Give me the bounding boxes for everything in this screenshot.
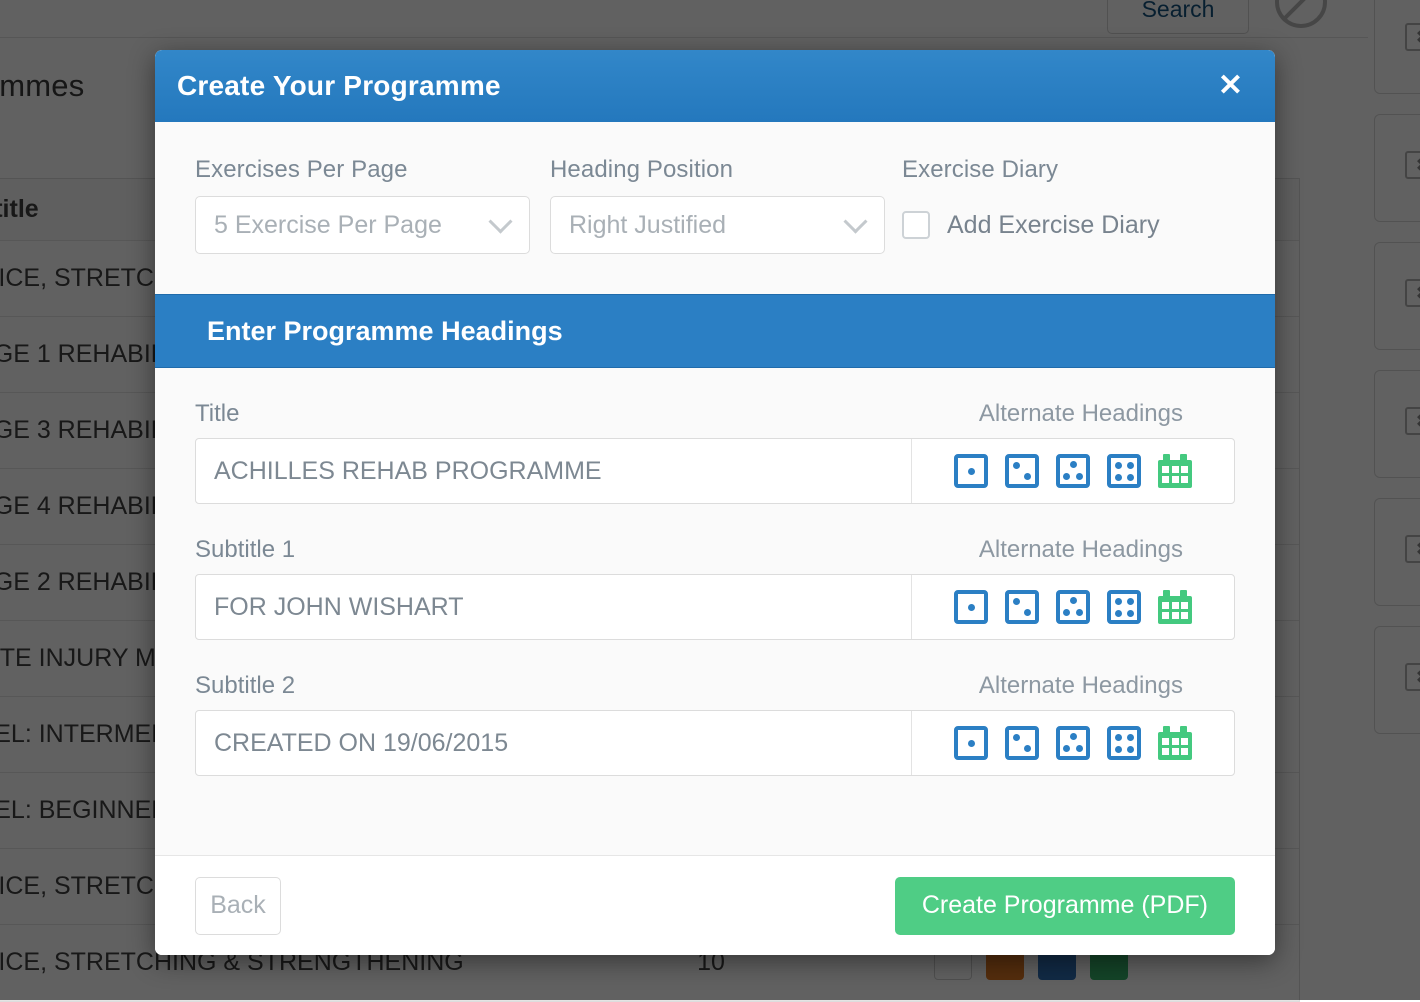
modal-header: Create Your Programme ✕ <box>155 50 1275 122</box>
exercises-per-page-value: 5 Exercise Per Page <box>214 211 442 240</box>
add-exercise-diary-row[interactable]: Add Exercise Diary <box>902 196 1202 254</box>
exercises-per-page-label: Exercises Per Page <box>195 156 550 184</box>
heading-position-value: Right Justified <box>569 211 726 240</box>
chevron-down-icon <box>488 210 512 234</box>
dice-two-icon[interactable] <box>1005 590 1039 624</box>
dice-two-icon[interactable] <box>1005 726 1039 760</box>
modal-footer: Back Create Programme (PDF) <box>155 855 1275 955</box>
dice-four-icon[interactable] <box>1107 454 1141 488</box>
add-exercise-diary-label: Add Exercise Diary <box>947 211 1160 240</box>
heading-position-group: Heading Position Right Justified <box>550 156 902 254</box>
dice-three-icon[interactable] <box>1056 454 1090 488</box>
subtitle-1-label: Subtitle 1 <box>195 536 295 564</box>
back-button[interactable]: Back <box>195 877 281 935</box>
section-banner-title: Enter Programme Headings <box>207 316 563 347</box>
subtitle-2-input[interactable]: CREATED ON 19/06/2015 <box>196 711 912 775</box>
exercises-per-page-group: Exercises Per Page 5 Exercise Per Page <box>195 156 550 254</box>
exercise-diary-group: Exercise Diary Add Exercise Diary <box>902 156 1202 254</box>
title-input[interactable]: ACHILLES REHAB PROGRAMME <box>196 439 912 503</box>
alternate-headings-label: Alternate Headings <box>979 536 1235 564</box>
exercises-per-page-select[interactable]: 5 Exercise Per Page <box>195 196 530 254</box>
alternate-headings-label: Alternate Headings <box>979 672 1235 700</box>
close-icon[interactable]: ✕ <box>1218 71 1243 101</box>
title-block: Title Alternate Headings ACHILLES REHAB … <box>195 400 1235 504</box>
dice-four-icon[interactable] <box>1107 590 1141 624</box>
subtitle-2-input-shell: CREATED ON 19/06/2015 <box>195 710 1235 776</box>
dice-four-icon[interactable] <box>1107 726 1141 760</box>
heading-position-label: Heading Position <box>550 156 902 184</box>
calendar-icon[interactable] <box>1158 454 1192 488</box>
create-programme-modal: Create Your Programme ✕ Exercises Per Pa… <box>155 50 1275 955</box>
dice-two-icon[interactable] <box>1005 454 1039 488</box>
dice-one-icon[interactable] <box>954 590 988 624</box>
dice-one-icon[interactable] <box>954 454 988 488</box>
create-programme-button[interactable]: Create Programme (PDF) <box>895 877 1235 935</box>
dice-one-icon[interactable] <box>954 726 988 760</box>
calendar-icon[interactable] <box>1158 726 1192 760</box>
subtitle-1-alternate-headings <box>912 575 1234 639</box>
dice-three-icon[interactable] <box>1056 726 1090 760</box>
title-label: Title <box>195 400 239 428</box>
subtitle-2-alternate-headings <box>912 711 1234 775</box>
dice-three-icon[interactable] <box>1056 590 1090 624</box>
title-input-shell: ACHILLES REHAB PROGRAMME <box>195 438 1235 504</box>
title-alternate-headings <box>912 439 1234 503</box>
headings-body: Title Alternate Headings ACHILLES REHAB … <box>155 368 1275 855</box>
exercise-diary-label: Exercise Diary <box>902 156 1202 184</box>
add-exercise-diary-checkbox[interactable] <box>902 211 930 239</box>
subtitle-1-input-shell: FOR JOHN WISHART <box>195 574 1235 640</box>
subtitle-2-label: Subtitle 2 <box>195 672 295 700</box>
subtitle-1-input[interactable]: FOR JOHN WISHART <box>196 575 912 639</box>
subtitle-2-block: Subtitle 2 Alternate Headings CREATED ON… <box>195 672 1235 776</box>
section-banner: Enter Programme Headings <box>155 294 1275 368</box>
heading-position-select[interactable]: Right Justified <box>550 196 885 254</box>
alternate-headings-label: Alternate Headings <box>979 400 1235 428</box>
chevron-down-icon <box>843 210 867 234</box>
calendar-icon[interactable] <box>1158 590 1192 624</box>
app-page: Search Programmes Subtitle ADVICE, STRET… <box>0 0 1420 1000</box>
subtitle-1-block: Subtitle 1 Alternate Headings FOR JOHN W… <box>195 536 1235 640</box>
settings-row: Exercises Per Page 5 Exercise Per Page H… <box>155 122 1275 294</box>
modal-title: Create Your Programme <box>177 70 501 102</box>
